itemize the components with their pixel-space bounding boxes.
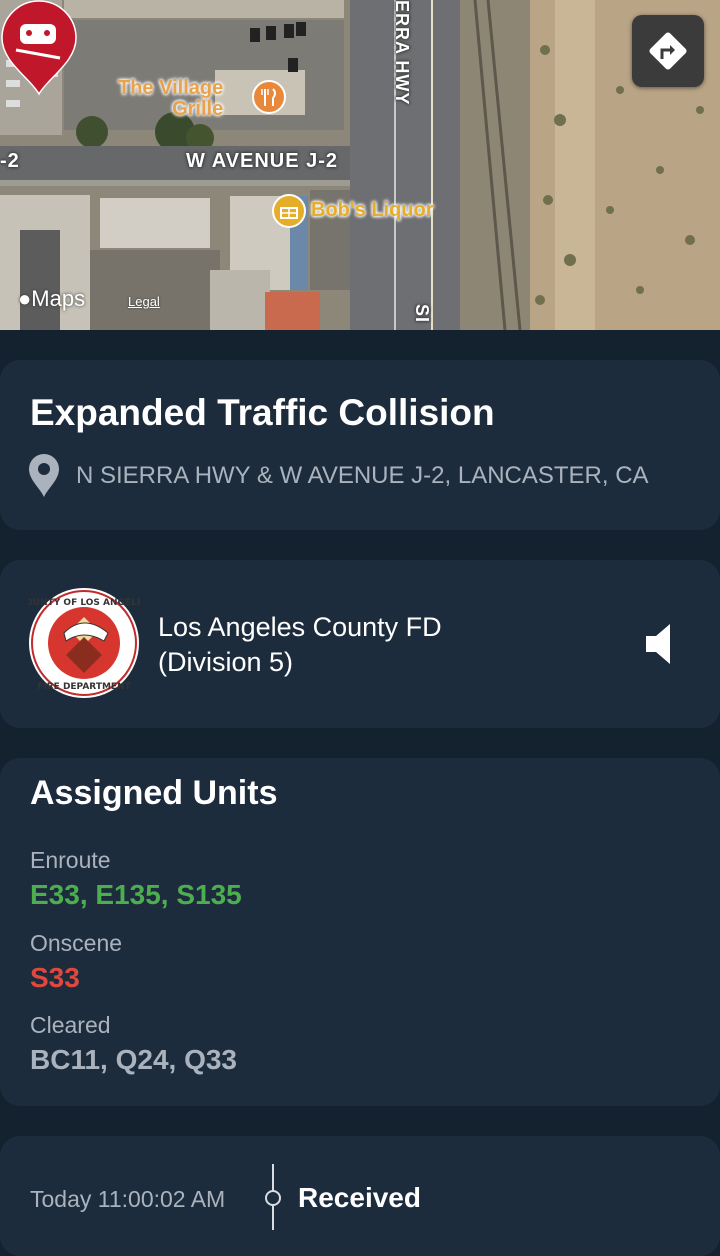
poi-bobs-liquor-label[interactable]: Bob's Liquor — [311, 200, 434, 221]
street-label-avenue-left: -2 — [0, 150, 20, 172]
street-label-avenue: W AVENUE J-2 — [186, 150, 339, 172]
agency-name-line1: Los Angeles County FD — [158, 612, 442, 642]
assigned-units-heading: Assigned Units — [30, 774, 278, 812]
speaker-icon[interactable] — [644, 622, 676, 666]
directions-icon — [649, 32, 687, 70]
street-label-highway: ERRA HWY — [392, 0, 412, 106]
onscene-label: Onscene — [30, 930, 123, 956]
seal-text-top: COUNTY OF LOS ANGELES — [28, 598, 140, 608]
maps-brand-text: Maps — [31, 286, 86, 311]
street-label-highway-bottom: SI — [412, 304, 432, 324]
timeline-time: Today 11:00:02 AM — [30, 1186, 226, 1212]
enroute-units: E33, E135, S135 — [30, 879, 242, 910]
seal-text-bottom: FIRE DEPARTMENT — [37, 682, 131, 692]
cleared-units: BC11, Q24, Q33 — [30, 1044, 238, 1075]
agency-name-line2: (Division 5) — [158, 647, 294, 677]
timeline-status: Received — [298, 1182, 421, 1213]
basket-icon[interactable] — [272, 194, 306, 228]
agency-name: Los Angeles County FD (Division 5) — [158, 610, 442, 680]
timeline-dot — [265, 1190, 281, 1206]
map-satellite-imagery — [0, 0, 720, 330]
apple-logo-icon: ● — [18, 286, 32, 311]
cleared-label: Cleared — [30, 1012, 111, 1038]
car-crash-icon[interactable] — [0, 0, 78, 98]
directions-button[interactable] — [632, 15, 704, 87]
onscene-units: S33 — [30, 962, 80, 993]
location-pin-icon — [29, 454, 59, 497]
map-view[interactable]: The Village Grille Bob's Liquor W AVENUE… — [0, 0, 720, 330]
maps-legal-link[interactable]: Legal — [128, 294, 160, 309]
poi-village-grille-label[interactable]: The Village Grille — [118, 78, 223, 120]
incident-address[interactable]: N SIERRA HWY & W AVENUE J-2, LANCASTER, … — [76, 462, 649, 490]
fork-knife-icon[interactable] — [252, 80, 286, 114]
incident-card — [0, 360, 720, 530]
incident-title: Expanded Traffic Collision — [30, 392, 495, 433]
maps-brand: ●Maps — [18, 286, 85, 312]
agency-seal-logo: COUNTY OF LOS ANGELES FIRE DEPARTMENT — [28, 588, 140, 698]
poi-village-grille-line2: Grille — [172, 98, 224, 120]
enroute-label: Enroute — [30, 847, 111, 873]
poi-village-grille-line1: The Village — [118, 77, 224, 99]
